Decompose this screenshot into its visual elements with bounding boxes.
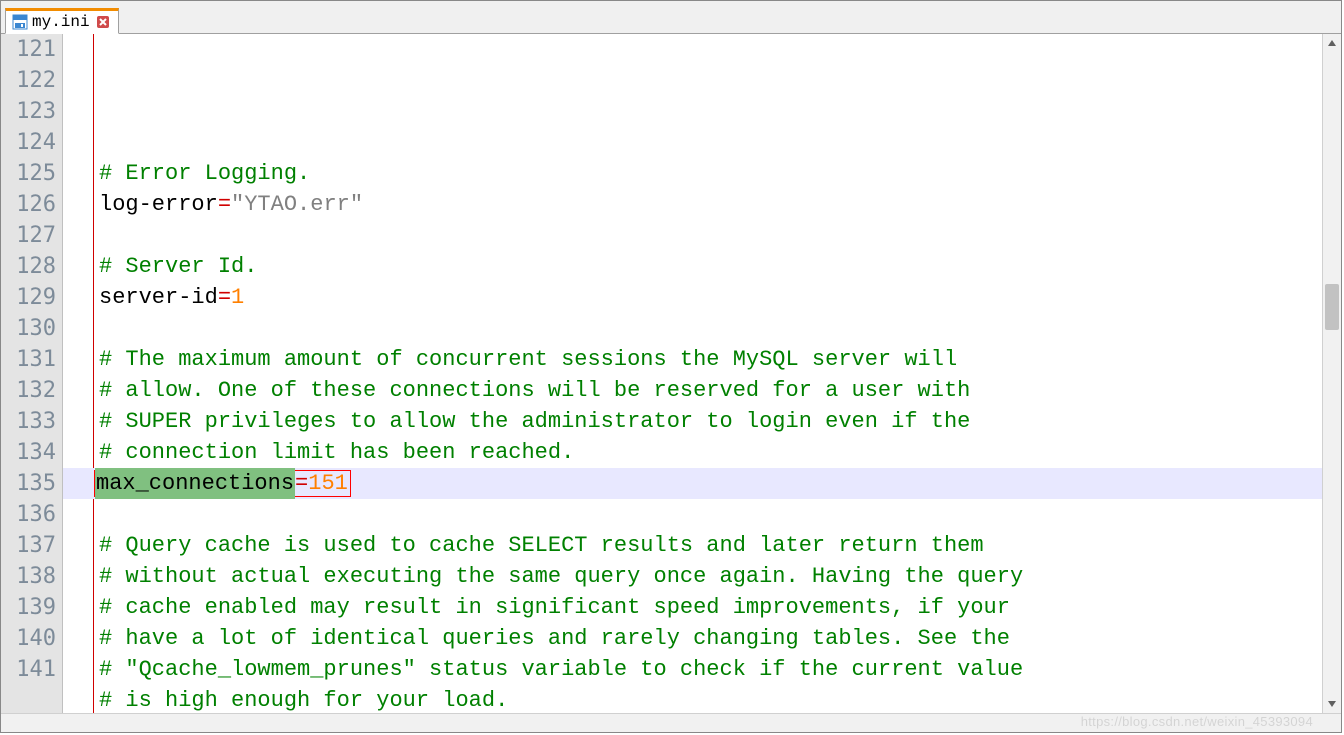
vertical-scrollbar[interactable]: [1322, 34, 1341, 713]
config-key: server-id: [99, 282, 218, 313]
save-file-icon: [12, 14, 28, 30]
scroll-down-arrow-icon[interactable]: [1323, 695, 1341, 713]
line-number: 133: [1, 406, 56, 437]
code-line[interactable]: [63, 499, 1322, 530]
config-value: 151: [308, 468, 348, 499]
line-number: 130: [1, 313, 56, 344]
line-number: 132: [1, 375, 56, 406]
config-value: "YTAO.err": [231, 189, 363, 220]
code-line[interactable]: max_connections=151: [63, 468, 1322, 499]
tab-bar: my.ini: [1, 1, 1341, 34]
code-line[interactable]: # Error Logging.: [63, 158, 1322, 189]
scrollbar-thumb[interactable]: [1325, 284, 1339, 330]
code-lines[interactable]: # Error Logging.log-error="YTAO.err"# Se…: [63, 127, 1322, 713]
comment-text: # without actual executing the same quer…: [99, 561, 1023, 592]
code-line[interactable]: # cache enabled may result in significan…: [63, 592, 1322, 623]
code-line[interactable]: [63, 127, 1322, 158]
comment-text: # Query cache is used to cache SELECT re…: [99, 530, 984, 561]
code-line[interactable]: # is high enough for your load.: [63, 685, 1322, 713]
equals-operator: =: [295, 468, 308, 499]
code-line[interactable]: # without actual executing the same quer…: [63, 561, 1322, 592]
line-number: 125: [1, 158, 56, 189]
line-number: 131: [1, 344, 56, 375]
line-number: 127: [1, 220, 56, 251]
comment-text: # is high enough for your load.: [99, 685, 508, 713]
code-line[interactable]: # "Qcache_lowmem_prunes" status variable…: [63, 654, 1322, 685]
config-value: 1: [231, 282, 244, 313]
equals-operator: =: [218, 189, 231, 220]
line-number: 124: [1, 127, 56, 158]
code-line[interactable]: server-id=1: [63, 282, 1322, 313]
comment-text: # cache enabled may result in significan…: [99, 592, 1010, 623]
comment-text: # allow. One of these connections will b…: [99, 375, 970, 406]
comment-text: # have a lot of identical queries and ra…: [99, 623, 1010, 654]
comment-text: # Error Logging.: [99, 158, 310, 189]
editor-frame: my.ini 121122123124125126127128129130131…: [0, 0, 1342, 733]
scroll-up-arrow-icon[interactable]: [1323, 34, 1341, 52]
code-line[interactable]: log-error="YTAO.err": [63, 189, 1322, 220]
code-line[interactable]: # The maximum amount of concurrent sessi…: [63, 344, 1322, 375]
code-pane[interactable]: # Error Logging.log-error="YTAO.err"# Se…: [63, 34, 1322, 713]
line-number: 141: [1, 654, 56, 685]
comment-text: # Server Id.: [99, 251, 257, 282]
tab-label: my.ini: [32, 13, 90, 31]
comment-text: # "Qcache_lowmem_prunes" status variable…: [99, 654, 1023, 685]
line-number: 140: [1, 623, 56, 654]
line-number: 128: [1, 251, 56, 282]
config-key: log-error: [99, 189, 218, 220]
code-line[interactable]: # connection limit has been reached.: [63, 437, 1322, 468]
comment-text: # connection limit has been reached.: [99, 437, 574, 468]
code-line[interactable]: [63, 313, 1322, 344]
code-line[interactable]: # Server Id.: [63, 251, 1322, 282]
code-line[interactable]: # SUPER privileges to allow the administ…: [63, 406, 1322, 437]
code-line[interactable]: # allow. One of these connections will b…: [63, 375, 1322, 406]
line-number: 137: [1, 530, 56, 561]
close-tab-icon[interactable]: [96, 15, 110, 29]
line-number: 139: [1, 592, 56, 623]
line-number: 136: [1, 499, 56, 530]
line-number: 122: [1, 65, 56, 96]
code-line[interactable]: # have a lot of identical queries and ra…: [63, 623, 1322, 654]
code-line[interactable]: # Query cache is used to cache SELECT re…: [63, 530, 1322, 561]
code-line[interactable]: [63, 220, 1322, 251]
line-number: 129: [1, 282, 56, 313]
equals-operator: =: [218, 282, 231, 313]
line-number: 126: [1, 189, 56, 220]
comment-text: # The maximum amount of concurrent sessi…: [99, 344, 957, 375]
line-number: 134: [1, 437, 56, 468]
editor-area: 1211221231241251261271281291301311321331…: [1, 34, 1341, 713]
highlight-box: max_connections=151: [94, 470, 351, 497]
line-number: 123: [1, 96, 56, 127]
file-tab[interactable]: my.ini: [5, 8, 119, 34]
comment-text: # SUPER privileges to allow the administ…: [99, 406, 970, 437]
line-number: 135: [1, 468, 56, 499]
line-number: 138: [1, 561, 56, 592]
config-key: max_connections: [95, 468, 295, 499]
watermark-text: https://blog.csdn.net/weixin_45393094: [1081, 714, 1313, 729]
line-number: 121: [1, 34, 56, 65]
line-number-gutter: 1211221231241251261271281291301311321331…: [1, 34, 63, 713]
